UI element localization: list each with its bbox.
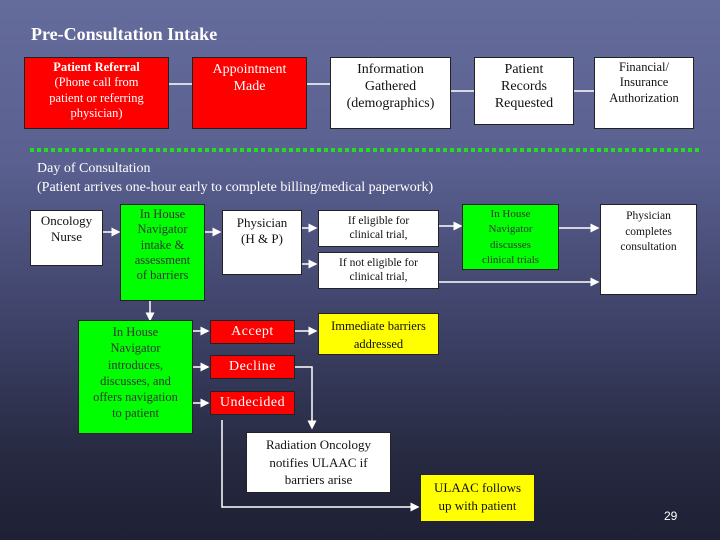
step-line: Financial/ — [619, 60, 669, 74]
step-information-gathered: Information Gathered (demographics) — [330, 57, 451, 129]
step-line: (demographics) — [346, 96, 435, 112]
node-oncology-nurse: Oncology Nurse — [30, 210, 103, 266]
section-title-pre-consultation: Pre-Consultation Intake — [31, 24, 218, 44]
node-ulaac-follows: ULAAC follows up with patient — [420, 474, 535, 522]
step-line: physician) — [70, 105, 123, 120]
node-line: up with patient — [438, 497, 517, 513]
node-line: notifies ULAAC if — [269, 454, 368, 470]
node-physician-completes: Physician completes consultation — [600, 204, 697, 295]
node-line: In House — [490, 208, 531, 220]
node-not-eligible-clinical-trial: If not eligible for clinical trial, — [318, 252, 439, 289]
step-line: Gathered — [364, 79, 417, 95]
node-accept: Accept — [210, 320, 295, 344]
node-line: Navigator — [110, 341, 161, 356]
node-line: Physician — [236, 215, 288, 230]
node-navigator-offers: In House Navigator introduces, discusses… — [78, 320, 193, 434]
node-navigator-clinical-trials: In House Navigator discusses clinical tr… — [462, 204, 559, 270]
node-line: clinical trials — [481, 254, 540, 267]
arrow-decline-radiation — [294, 366, 317, 430]
node-line: completes — [625, 225, 672, 238]
step-line: Made — [233, 79, 266, 95]
section-heading-day-of-consultation: Day of Consultation (Patient arrives one… — [37, 160, 433, 198]
subheading-text: (Patient arrives one-hour early to compl… — [37, 179, 434, 195]
node-line: to patient — [112, 406, 159, 421]
node-decline: Decline — [210, 355, 295, 379]
node-eligible-clinical-trial: If eligible for clinical trial, — [318, 210, 439, 247]
node-line: of barriers — [136, 268, 189, 282]
node-line: assessment — [134, 252, 191, 267]
step-patient-referral-title: Patient Referral — [53, 60, 140, 74]
node-line: clinical trial, — [349, 229, 408, 242]
node-immediate-barriers: Immediate barriers addressed — [318, 313, 439, 355]
step-line: Requested — [494, 96, 554, 112]
node-line: intake & — [140, 237, 185, 252]
node-line: consultation — [620, 241, 677, 254]
page-number: 29 — [664, 509, 678, 523]
node-line: Oncology — [40, 213, 93, 228]
node-undecided: Undecided — [210, 391, 295, 415]
step-financial-insurance-authorization: Financial/ Insurance Authorization — [594, 57, 694, 129]
node-line: Navigator — [488, 223, 533, 236]
node-line: clinical trial, — [349, 271, 408, 284]
node-line: ULAAC follows — [433, 480, 522, 495]
step-line: patient or referring — [49, 90, 144, 105]
node-line: discusses, and — [100, 373, 171, 388]
node-line: addressed — [353, 337, 404, 352]
node-line: Radiation Oncology — [265, 437, 372, 452]
step-line: Patient — [504, 62, 544, 77]
step-line: Authorization — [609, 90, 679, 105]
step-line: Records — [501, 79, 547, 95]
node-line: In House — [139, 207, 186, 221]
step-line: Appointment — [212, 62, 287, 77]
node-physician-hp: Physician (H & P) — [222, 210, 302, 275]
node-line: introduces, — [107, 357, 164, 372]
node-line: barriers arise — [284, 472, 353, 488]
node-line: If eligible for — [347, 215, 410, 227]
step-line: (Phone call from — [54, 75, 139, 90]
heading-text: Day of Consultation — [37, 161, 151, 176]
node-navigator-intake: In House Navigator intake & assessment o… — [120, 204, 205, 301]
node-line: Immediate barriers — [331, 319, 426, 333]
node-label: Decline — [228, 359, 277, 375]
node-line: Navigator — [137, 222, 188, 237]
node-radiation-oncology: Radiation Oncology notifies ULAAC if bar… — [246, 432, 391, 493]
node-line: If not eligible for — [339, 257, 418, 269]
node-line: discusses — [490, 238, 531, 251]
node-line: offers navigation — [93, 390, 178, 404]
node-line: (H & P) — [241, 230, 283, 246]
node-line: In House — [112, 325, 159, 339]
step-patient-records-requested: Patient Records Requested — [474, 57, 574, 125]
step-patient-referral: Patient Referral (Phone call from patien… — [24, 57, 169, 129]
node-label: Accept — [231, 324, 274, 340]
section-divider — [30, 148, 702, 152]
step-appointment-made: Appointment Made — [192, 57, 307, 129]
node-label: Undecided — [219, 395, 286, 411]
node-line: Nurse — [50, 228, 83, 244]
step-line: Information — [357, 62, 424, 77]
node-line: Physician — [626, 210, 671, 222]
step-line: Insurance — [619, 75, 669, 90]
